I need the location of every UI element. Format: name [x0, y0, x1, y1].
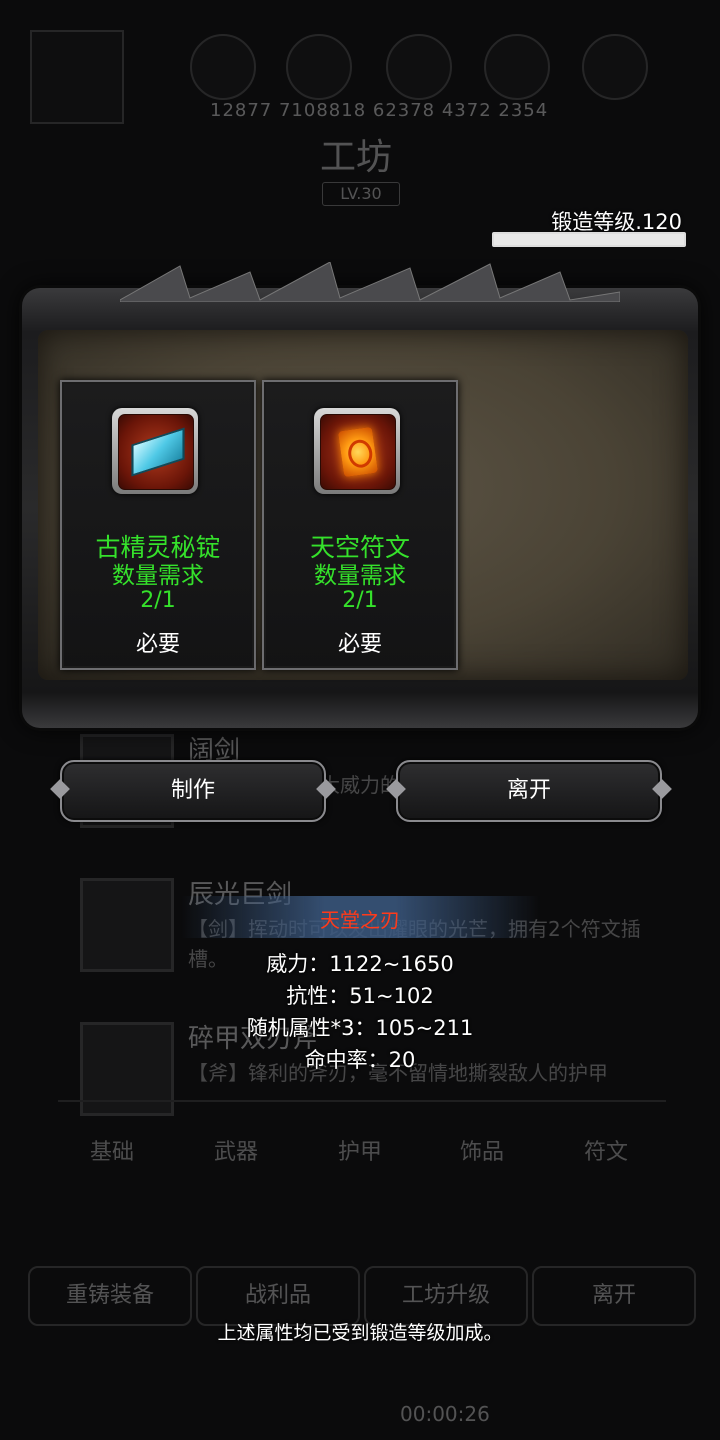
material-card-1: 古精灵秘锭 数量需求 2/1 必要 — [60, 380, 256, 670]
leave-button[interactable]: 离开 — [396, 760, 662, 822]
sky-rune-icon — [314, 408, 400, 494]
stat-power: 威力：1122~1650 — [266, 952, 454, 976]
tab-weapon[interactable]: 武器 — [214, 1134, 258, 1166]
stat-random-attributes: 随机属性*3：105~211 — [246, 1016, 474, 1040]
quantity-label: 数量需求 — [112, 563, 204, 589]
reforge-button[interactable]: 重铸装备 — [28, 1266, 192, 1326]
item-title: 天堂之刃 — [320, 908, 400, 932]
tab-basic[interactable]: 基础 — [90, 1134, 134, 1166]
stat-resistance: 抗性：51~102 — [286, 984, 434, 1008]
currency-icon — [484, 34, 550, 100]
timer: 00:00:26 — [400, 1402, 490, 1426]
requirement-label: 必要 — [337, 632, 382, 657]
tab-accessory[interactable]: 饰品 — [460, 1134, 504, 1166]
tab-armor[interactable]: 护甲 — [338, 1134, 382, 1166]
tab-rune[interactable]: 符文 — [584, 1134, 628, 1166]
quantity-label: 数量需求 — [314, 563, 406, 589]
quantity-value: 2/1 — [140, 588, 176, 613]
workshop-level: LV.30 — [322, 182, 400, 206]
currency-icon — [286, 34, 352, 100]
frame-ornament — [120, 262, 620, 302]
category-tabs: 基础 武器 护甲 饰品 符文 — [58, 1100, 666, 1194]
loot-button[interactable]: 战利品 — [196, 1266, 360, 1326]
menu-frame-icon — [30, 30, 124, 124]
upgrade-workshop-button[interactable]: 工坊升级 — [364, 1266, 528, 1326]
bg-leave-button[interactable]: 离开 — [532, 1266, 696, 1326]
requirement-label: 必要 — [135, 632, 180, 657]
craft-button[interactable]: 制作 — [60, 760, 326, 822]
stat-hit-rate: 命中率：20 — [304, 1048, 416, 1072]
currency-icon — [386, 34, 452, 100]
mithril-ingot-icon — [112, 408, 198, 494]
quantity-value: 2/1 — [342, 588, 378, 613]
bonus-note: 上述属性均已受到锻造等级加成。 — [217, 1322, 503, 1344]
forge-progress-fill — [494, 234, 684, 245]
forge-progress-bar — [492, 232, 686, 247]
currency-icon — [190, 34, 256, 100]
resource-counters: 12877 7108818 62378 4372 2354 — [210, 100, 549, 121]
workshop-title: 工坊 — [320, 137, 393, 178]
material-card-2: 天空符文 数量需求 2/1 必要 — [262, 380, 458, 670]
currency-icon — [582, 34, 648, 100]
